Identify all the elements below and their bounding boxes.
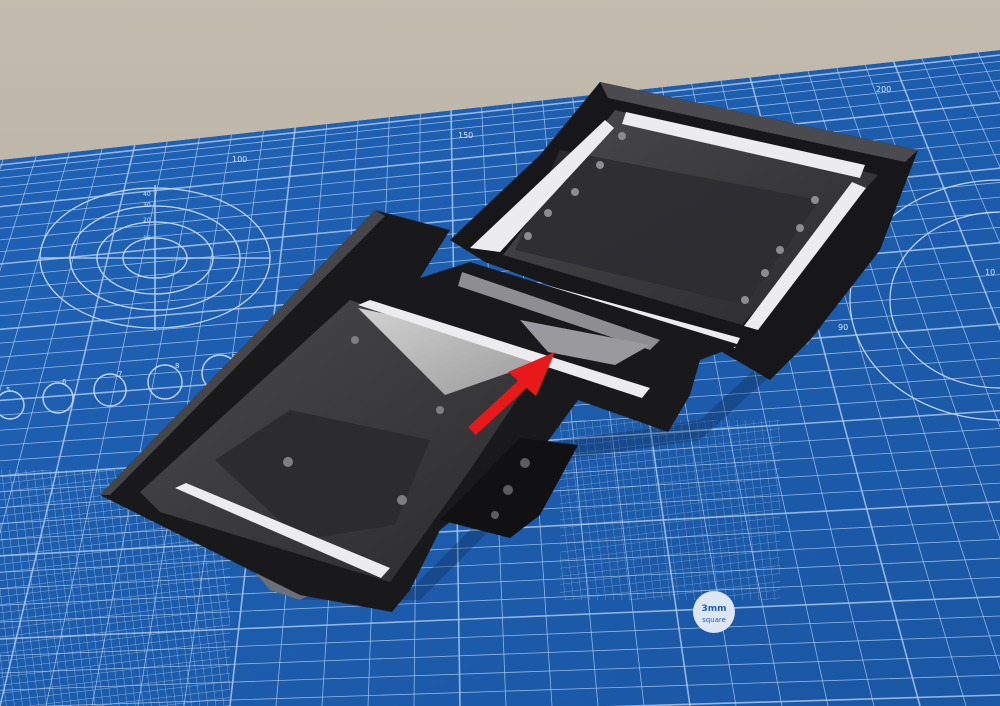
circle-label-6: 6 (62, 378, 67, 386)
ruler-label-150: 150 (458, 131, 473, 140)
ruler-label-200: 200 (876, 85, 891, 94)
circle-label-5: 5 (6, 386, 10, 394)
right-label-10: 10 (985, 268, 995, 277)
mat-3mm-square-badge: 3mm square (693, 591, 735, 633)
badge-bottom-text: square (702, 616, 726, 624)
circle-label-7: 7 (118, 370, 122, 378)
ruler-label-100: 100 (232, 155, 247, 164)
scene: 100 150 200 5 6 7 8 9 90 10 15 20 30 40 … (0, 0, 1000, 706)
radius-mark-20: 20 (143, 217, 151, 224)
badge-top-text: 3mm (701, 604, 726, 614)
circle-label-8: 8 (175, 362, 179, 370)
radius-mark-40: 40 (143, 191, 151, 198)
right-label-90: 90 (838, 323, 848, 332)
radius-mark-15: 15 (143, 235, 151, 242)
radius-mark-30: 30 (143, 202, 151, 209)
